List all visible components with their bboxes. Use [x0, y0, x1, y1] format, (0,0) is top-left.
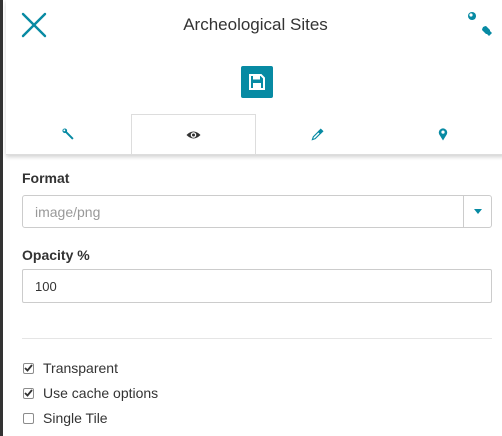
use-cache-checkbox[interactable]: [23, 387, 34, 399]
caret-down-icon: [473, 209, 482, 214]
transparent-checkbox[interactable]: [23, 362, 34, 374]
tab-location[interactable]: [380, 114, 502, 155]
format-select[interactable]: image/png: [22, 195, 492, 228]
eye-icon: [186, 131, 201, 138]
checkmark-icon: [24, 364, 33, 372]
panel-title: Archeological Sites: [183, 15, 328, 34]
section-divider: [22, 338, 492, 339]
panel-header: Archeological Sites: [6, 0, 502, 155]
wrench-icon: [62, 128, 74, 140]
eyedropper-icon: [311, 128, 324, 141]
save-button[interactable]: [241, 66, 273, 98]
opacity-label: Opacity %: [22, 247, 90, 263]
format-dropdown-toggle[interactable]: [463, 196, 491, 227]
tab-display[interactable]: [130, 114, 256, 155]
wrench-icon: [468, 12, 492, 36]
format-label: Format: [22, 170, 70, 186]
tab-style[interactable]: [256, 114, 381, 155]
floppy-disk-icon: [249, 74, 265, 90]
transparent-option[interactable]: Transparent: [22, 360, 118, 376]
single-tile-option[interactable]: Single Tile: [22, 410, 108, 426]
use-cache-option[interactable]: Use cache options: [22, 385, 158, 401]
format-select-value: image/png: [35, 204, 101, 220]
settings-button[interactable]: [466, 10, 494, 38]
tab-bar: [6, 114, 502, 155]
layer-settings-panel: Archeological Sites Format image/png Opa…: [0, 0, 502, 436]
single-tile-checkbox[interactable]: [23, 412, 34, 424]
opacity-input[interactable]: [22, 269, 492, 303]
tab-bar-divider: [6, 154, 502, 155]
map-marker-icon: [438, 128, 447, 141]
use-cache-label: Use cache options: [43, 385, 159, 401]
transparent-label: Transparent: [43, 360, 118, 376]
tab-general[interactable]: [6, 114, 131, 155]
single-tile-label: Single Tile: [43, 410, 108, 426]
display-settings-form: Format image/png Opacity % Transparent: [22, 170, 492, 426]
checkmark-icon: [24, 389, 33, 397]
